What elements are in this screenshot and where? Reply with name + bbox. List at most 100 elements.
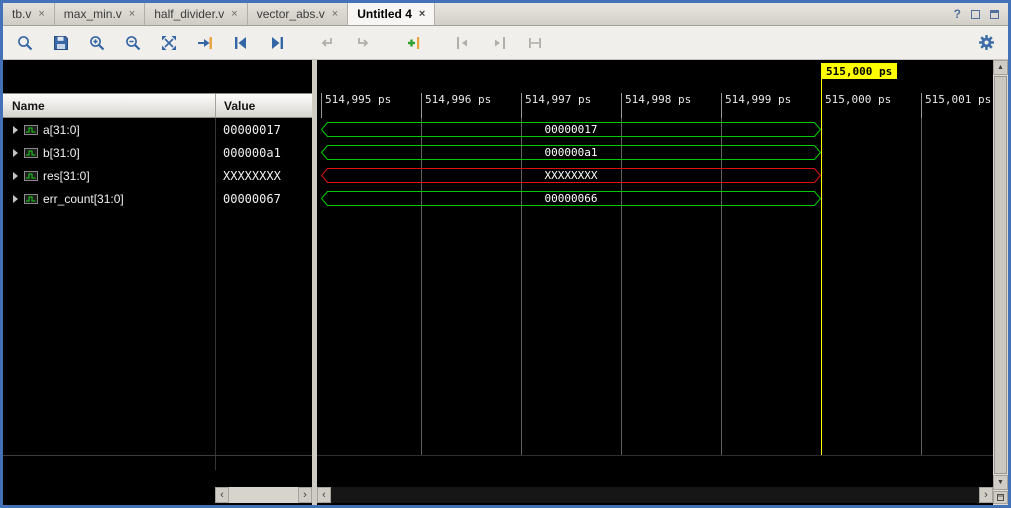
next-marker-button xyxy=(353,33,373,53)
time-tick-label: 515,000 ps xyxy=(821,93,891,118)
signal-name-cell: res[31:0] xyxy=(3,164,215,187)
bus-signal-icon xyxy=(24,170,38,182)
zoom-fit-icon xyxy=(160,34,178,52)
next-transition-button[interactable] xyxy=(267,33,287,53)
add-marker-icon xyxy=(404,34,422,52)
time-tick-label: 514,996 ps xyxy=(421,93,491,118)
signal-name: res[31:0] xyxy=(43,169,90,183)
svg-text:00000017: 00000017 xyxy=(545,123,598,136)
tab-label: max_min.v xyxy=(64,7,122,21)
expand-chevron-icon[interactable] xyxy=(13,172,18,180)
signal-value: 00000067 xyxy=(215,192,281,206)
expand-chevron-icon[interactable] xyxy=(13,195,18,203)
signal-name: err_count[31:0] xyxy=(43,192,124,206)
signal-name-cell: a[31:0] xyxy=(3,118,215,141)
svg-text:XXXXXXXX: XXXXXXXX xyxy=(545,169,598,182)
tab-label: vector_abs.v xyxy=(257,7,325,21)
scrollbar-thumb[interactable] xyxy=(994,76,1007,474)
scroll-down-button[interactable]: ▼ xyxy=(993,475,1008,490)
close-icon[interactable]: × xyxy=(231,9,237,20)
float-window-icon[interactable] xyxy=(971,10,980,19)
signal-value: 00000017 xyxy=(215,123,281,137)
tab-tb-v[interactable]: tb.v × xyxy=(3,3,55,25)
waveform-toolbar xyxy=(3,26,1008,60)
waveform-horizontal-scrollbar[interactable]: ‹ › xyxy=(317,487,993,503)
signal-row-a[interactable]: a[31:0] 00000017 xyxy=(3,118,312,141)
time-ruler[interactable]: 514,995 ps 514,996 ps 514,997 ps 514,998… xyxy=(317,80,993,118)
cursor-line[interactable] xyxy=(821,79,822,455)
signal-name-cell: b[31:0] xyxy=(3,141,215,164)
scroll-left-button[interactable]: ‹ xyxy=(215,487,229,503)
column-divider[interactable] xyxy=(215,118,216,470)
bus-signal-icon xyxy=(24,124,38,136)
name-column-header[interactable]: Name xyxy=(3,99,215,113)
maximize-window-icon[interactable] xyxy=(990,10,999,19)
go-to-end-icon xyxy=(490,34,508,52)
zoom-in-icon xyxy=(88,34,106,52)
bus-signal-icon xyxy=(24,193,38,205)
cursor-time-badge[interactable]: 515,000 ps xyxy=(821,63,897,79)
tab-label: Untitled 4 xyxy=(357,7,412,21)
close-icon[interactable]: × xyxy=(129,9,135,20)
save-icon xyxy=(52,34,70,52)
svg-text:000000a1: 000000a1 xyxy=(545,146,598,159)
vertical-scrollbar[interactable]: ▲ ▼ xyxy=(993,60,1008,505)
find-icon xyxy=(16,34,34,52)
add-marker-button[interactable] xyxy=(403,33,423,53)
window-controls: ? xyxy=(954,3,1008,25)
signals-header-row: Name Value xyxy=(3,93,312,118)
signals-panel: Name Value a[31:0] 00000017 xyxy=(3,60,312,505)
time-tick-label: 514,995 ps xyxy=(321,93,391,118)
scroll-up-button[interactable]: ▲ xyxy=(993,60,1008,75)
svg-text:00000066: 00000066 xyxy=(545,192,598,205)
zoom-out-icon xyxy=(124,34,142,52)
time-tick-label: 514,999 ps xyxy=(721,93,791,118)
close-icon[interactable]: × xyxy=(332,9,338,20)
value-column-header[interactable]: Value xyxy=(215,94,312,117)
expand-chevron-icon[interactable] xyxy=(13,126,18,134)
signal-name-cell: err_count[31:0] xyxy=(3,187,215,210)
tab-vector-abs-v[interactable]: vector_abs.v × xyxy=(248,3,348,25)
zoom-in-button[interactable] xyxy=(87,33,107,53)
zoom-fit-button[interactable] xyxy=(159,33,179,53)
find-button[interactable] xyxy=(15,33,35,53)
settings-button[interactable] xyxy=(976,33,996,53)
zoom-to-cursor-button[interactable] xyxy=(195,33,215,53)
editor-tabbar: tb.v × max_min.v × half_divider.v × vect… xyxy=(3,3,1008,26)
zoom-to-cursor-icon xyxy=(196,34,214,52)
waveform-body-separator xyxy=(317,455,993,456)
fit-between-cursors-icon xyxy=(526,34,544,52)
previous-transition-button[interactable] xyxy=(231,33,251,53)
scroll-left-button[interactable]: ‹ xyxy=(317,487,331,503)
signal-row-err-count[interactable]: err_count[31:0] 00000067 xyxy=(3,187,312,210)
zoom-out-button[interactable] xyxy=(123,33,143,53)
close-icon[interactable]: × xyxy=(38,9,44,20)
scroll-right-button[interactable]: › xyxy=(298,487,312,503)
signal-value: XXXXXXXX xyxy=(215,169,281,183)
signal-name: a[31:0] xyxy=(43,123,80,137)
waveform-canvas[interactable]: 00000017 000000a1 XXXXXXXX 00000066 xyxy=(317,118,993,455)
help-icon[interactable]: ? xyxy=(954,7,961,21)
signal-rows: a[31:0] 00000017 b[31:0] 000000a1 xyxy=(3,118,312,210)
settings-gear-icon xyxy=(978,34,995,51)
time-tick-label: 514,998 ps xyxy=(621,93,691,118)
close-icon[interactable]: × xyxy=(419,9,425,20)
tab-half-divider-v[interactable]: half_divider.v × xyxy=(145,3,247,25)
signal-row-res[interactable]: res[31:0] XXXXXXXX xyxy=(3,164,312,187)
tab-untitled-4[interactable]: Untitled 4 × xyxy=(348,3,435,25)
signal-name: b[31:0] xyxy=(43,146,80,160)
next-transition-icon xyxy=(268,34,286,52)
signals-horizontal-scrollbar[interactable]: ‹ › xyxy=(215,487,312,503)
split-view-icon xyxy=(997,494,1004,501)
signal-row-b[interactable]: b[31:0] 000000a1 xyxy=(3,141,312,164)
scroll-right-button[interactable]: › xyxy=(979,487,993,503)
go-to-end-button xyxy=(489,33,509,53)
panel-separator xyxy=(3,455,312,456)
tab-max-min-v[interactable]: max_min.v × xyxy=(55,3,145,25)
time-tick-label: 515,001 ps xyxy=(921,93,991,118)
expand-chevron-icon[interactable] xyxy=(13,149,18,157)
previous-transition-icon xyxy=(232,34,250,52)
next-marker-icon xyxy=(354,34,372,52)
scrollbar-extra-button[interactable] xyxy=(993,491,1008,504)
save-waveform-button[interactable] xyxy=(51,33,71,53)
